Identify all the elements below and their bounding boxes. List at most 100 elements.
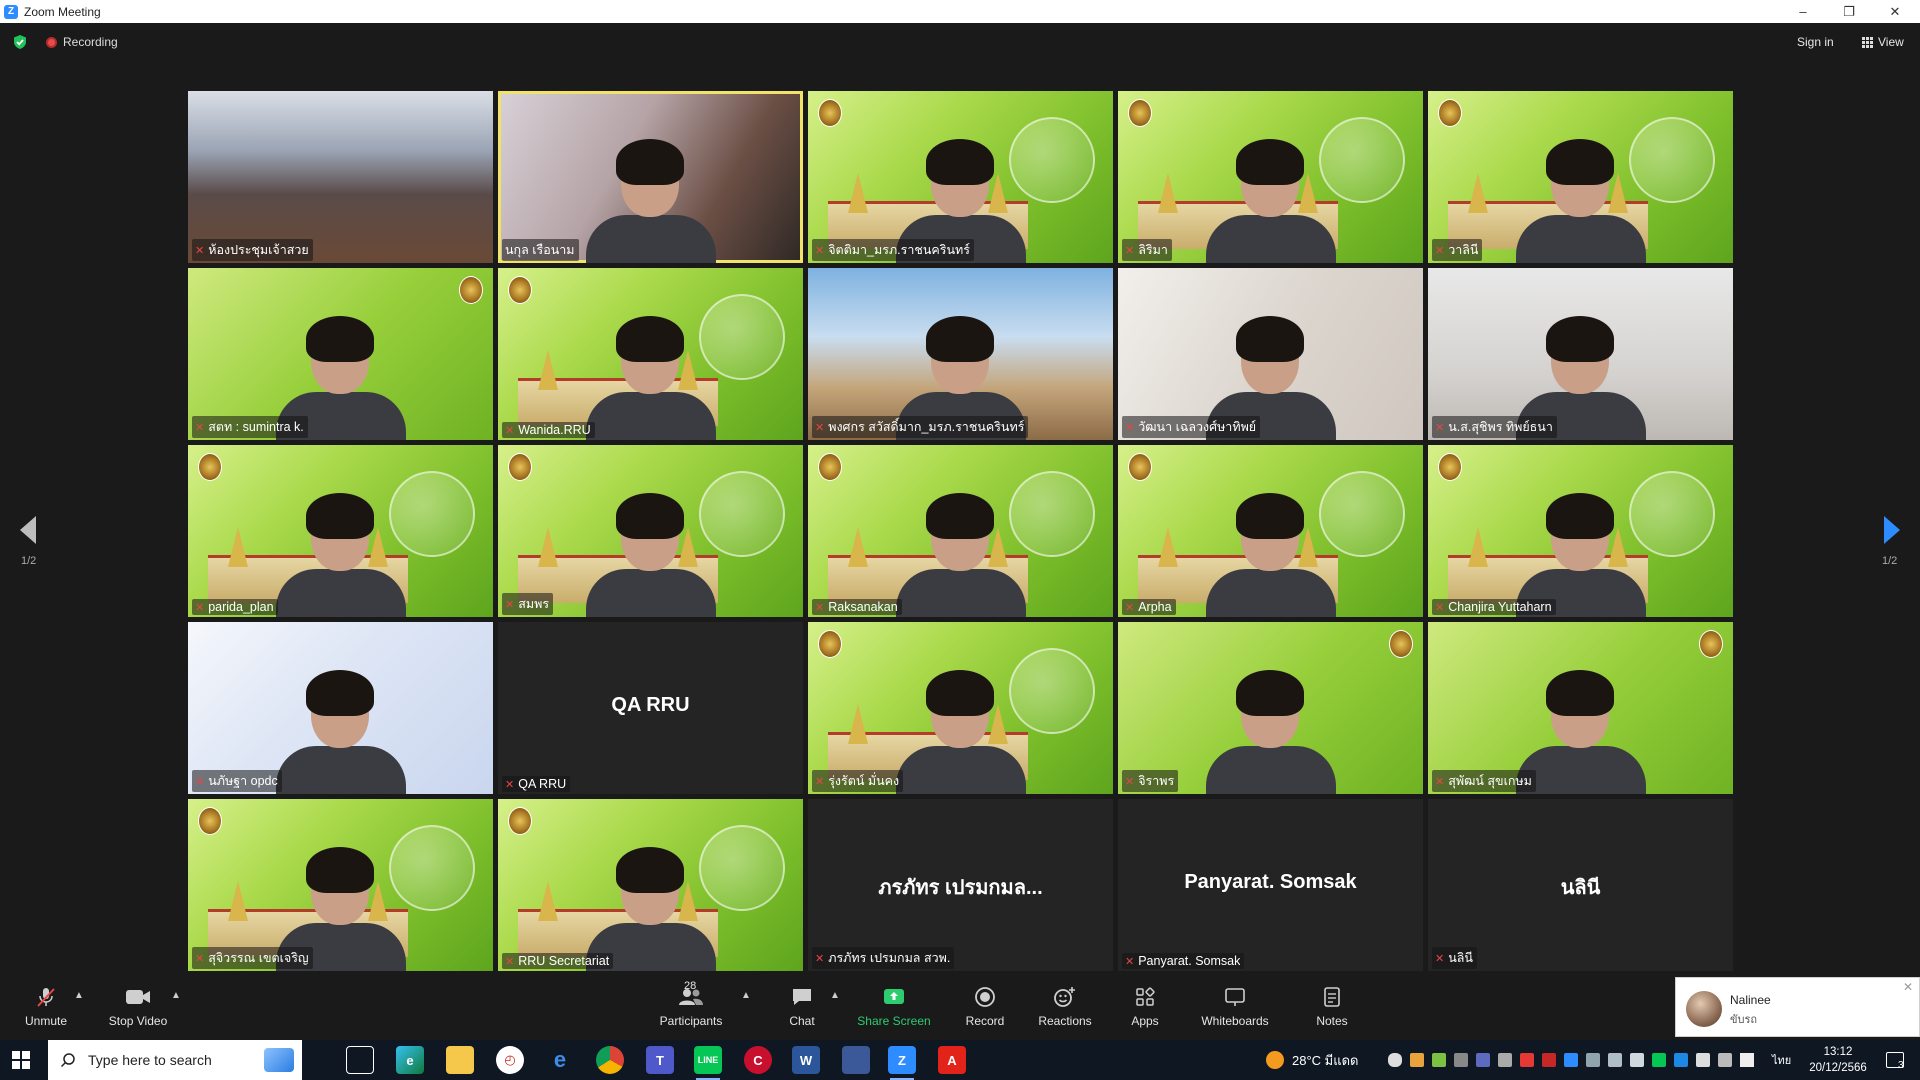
network-icon[interactable] [1696, 1053, 1710, 1067]
input-language[interactable]: ไทย [1772, 1040, 1791, 1080]
participants-caret-icon[interactable]: ▲ [741, 990, 751, 1001]
sun-weather-icon [1266, 1051, 1284, 1069]
participant-video [1506, 133, 1656, 263]
participant-tile[interactable]: ✕ สมพร [498, 445, 803, 617]
volume-icon[interactable] [1740, 1053, 1754, 1067]
tray-line-icon[interactable] [1652, 1053, 1666, 1067]
tray-app-icon-10[interactable] [1630, 1053, 1644, 1067]
participant-name: วัฒนา เฉลวงศ์ษาทิพย์ [1138, 420, 1257, 434]
tray-app-icon-11[interactable] [1674, 1053, 1688, 1067]
taskbar-search-box[interactable]: Type here to search [48, 1040, 302, 1080]
recording-label[interactable]: Recording [63, 35, 118, 49]
participant-tile[interactable]: QA RRU ✕ QA RRU [498, 622, 803, 794]
muted-mic-icon: ✕ [505, 598, 515, 611]
participant-tile[interactable]: ✕ จิตติมา_มรภ.ราชนครินทร์ [808, 91, 1113, 263]
participant-tile[interactable]: ✕ parida_plan [188, 445, 493, 617]
participants-button[interactable]: 28 Participants [656, 976, 726, 1038]
participant-tile[interactable]: ✕ จิราพร [1118, 622, 1423, 794]
minimize-button[interactable]: – [1780, 0, 1826, 23]
participant-tile[interactable]: ✕ สตท : sumintra k. [188, 268, 493, 440]
teams-app-icon[interactable]: T [646, 1046, 674, 1074]
university-seal-icon [508, 807, 532, 835]
chat-notification[interactable]: Nalinee ขับรถ ✕ [1675, 977, 1920, 1037]
tray-app-icon-7[interactable] [1542, 1053, 1556, 1067]
participant-name-label: ✕ Arpha [1122, 599, 1176, 615]
document-app-icon[interactable] [842, 1046, 870, 1074]
participant-tile[interactable]: ✕ Raksanakan [808, 445, 1113, 617]
apps-button[interactable]: Apps [1128, 976, 1162, 1038]
next-page-arrow-icon[interactable] [1884, 516, 1900, 544]
notes-button[interactable]: Notes [1314, 976, 1350, 1038]
close-window-button[interactable]: ✕ [1872, 0, 1918, 23]
participant-tile[interactable]: Panyarat. Somsak ✕ Panyarat. Somsak [1118, 799, 1423, 971]
participant-tile[interactable]: ✕ พงศกร สวัสดิ์มาก_มรภ.ราชนครินทร์ [808, 268, 1113, 440]
participant-video [886, 487, 1036, 617]
record-button[interactable]: Record [960, 976, 1010, 1038]
university-seal-icon [459, 276, 483, 304]
participant-tile[interactable]: ✕ RRU Secretariat [498, 799, 803, 971]
sign-in-button[interactable]: Sign in [1797, 35, 1834, 49]
taskbar-clock[interactable]: 13:12 20/12/2566 [1803, 1044, 1873, 1076]
red-app-icon[interactable]: C [744, 1046, 772, 1074]
participant-tile[interactable]: นลินี ✕ นลินี [1428, 799, 1733, 971]
chrome-browser-icon[interactable] [596, 1046, 624, 1074]
tray-app-icon-6[interactable] [1520, 1053, 1534, 1067]
stop-video-button[interactable]: Stop Video [104, 976, 172, 1038]
participant-tile[interactable]: ✕ ห้องประชุมเจ้าสวย [188, 91, 493, 263]
participant-tile[interactable]: ✕ สุจิวรรณ เขตเจริญ [188, 799, 493, 971]
participant-tile[interactable]: ✕ วาลินี [1428, 91, 1733, 263]
tray-app-icon-12[interactable] [1718, 1053, 1732, 1067]
muted-mic-icon: ✕ [1125, 955, 1135, 968]
line-app-icon[interactable]: LINE [694, 1046, 722, 1080]
file-explorer-icon[interactable] [446, 1046, 474, 1074]
tray-app-icon-1[interactable] [1410, 1053, 1424, 1067]
tray-app-icon-8[interactable] [1586, 1053, 1600, 1067]
participant-tile[interactable]: ✕ Wanida.RRU [498, 268, 803, 440]
video-options-caret-icon[interactable]: ▲ [171, 990, 181, 1001]
internet-explorer-icon[interactable]: e [546, 1046, 574, 1074]
chat-caret-icon[interactable]: ▲ [830, 990, 840, 1001]
view-button[interactable]: View [1862, 35, 1904, 49]
acrobat-app-icon[interactable]: A [938, 1046, 966, 1074]
participant-tile[interactable]: ✕ รุ่งรัตน์ มั่นคง [808, 622, 1113, 794]
share-screen-button[interactable]: Share Screen [856, 976, 932, 1038]
edge-browser-icon[interactable]: e [396, 1046, 424, 1074]
tray-app-icon-3[interactable] [1454, 1053, 1468, 1067]
participant-tile[interactable]: ✕ น.ส.สุชิพร ทิพย์ธนา [1428, 268, 1733, 440]
microphone-tray-icon[interactable] [1388, 1053, 1402, 1067]
participant-name-label: ✕ RRU Secretariat [502, 953, 614, 969]
participant-tile[interactable]: ภรภัทร เปรมกมล... ✕ ภรภัทร เปรมกมล สวพ. [808, 799, 1113, 971]
share-screen-icon [883, 986, 905, 1008]
notification-close-icon[interactable]: ✕ [1903, 980, 1913, 994]
tray-app-icon-9[interactable] [1608, 1053, 1622, 1067]
tray-app-icon-4[interactable] [1476, 1053, 1490, 1067]
participant-tile[interactable]: ✕ Arpha [1118, 445, 1423, 617]
chat-bubble-icon [791, 986, 813, 1008]
participant-tile[interactable]: ✕ สุพัฒน์ สุขเกษม [1428, 622, 1733, 794]
encryption-shield-icon[interactable] [12, 34, 28, 50]
windows-start-icon[interactable] [12, 1051, 30, 1069]
weather-widget[interactable]: 28°C มีแดด [1266, 1040, 1359, 1080]
participant-tile[interactable]: ✕ ลิริมา [1118, 91, 1423, 263]
tray-zoom-icon[interactable] [1564, 1053, 1578, 1067]
tray-app-icon-5[interactable] [1498, 1053, 1512, 1067]
restore-button[interactable]: ❐ [1826, 0, 1872, 23]
audio-options-caret-icon[interactable]: ▲ [74, 990, 84, 1001]
reactions-button[interactable]: Reactions [1034, 976, 1096, 1038]
participant-tile[interactable]: ✕ นภัษฐา opdc [188, 622, 493, 794]
spire-graphic [1468, 173, 1488, 213]
task-view-icon[interactable] [346, 1046, 374, 1074]
action-center-icon[interactable]: 3 [1880, 1040, 1910, 1080]
participant-tile[interactable]: ✕ วัฒนา เฉลวงศ์ษาทิพย์ [1118, 268, 1423, 440]
clock-app-icon[interactable]: ◴ [496, 1046, 524, 1074]
whiteboards-button[interactable]: Whiteboards [1196, 976, 1274, 1038]
word-app-icon[interactable]: W [792, 1046, 820, 1074]
chat-button[interactable]: Chat [780, 976, 824, 1038]
participant-tile[interactable]: ✕ Chanjira Yuttaharn [1428, 445, 1733, 617]
tray-app-icon-2[interactable] [1432, 1053, 1446, 1067]
unmute-button[interactable]: Unmute [18, 976, 74, 1038]
zoom-taskbar-icon[interactable]: Z [888, 1046, 916, 1080]
previous-page-arrow-icon[interactable] [20, 516, 36, 544]
unmute-label: Unmute [24, 1014, 68, 1028]
participant-tile[interactable]: ✕นกุล เรือนาม [498, 91, 803, 263]
